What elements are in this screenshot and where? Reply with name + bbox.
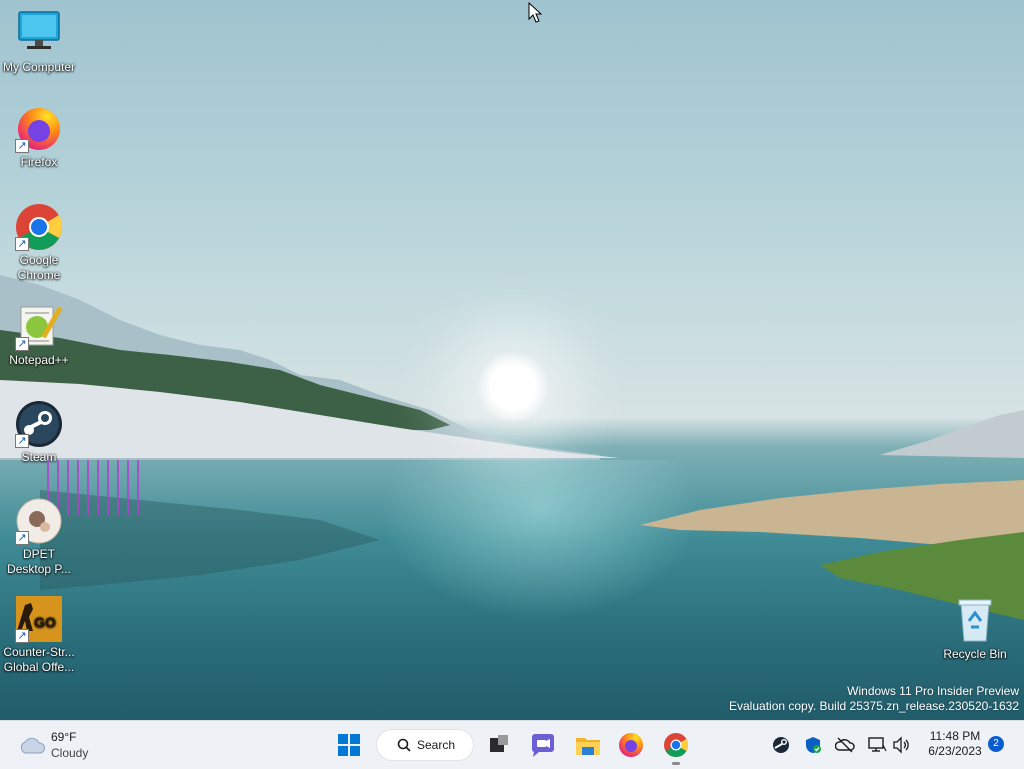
dpet-icon: ↗: [15, 497, 63, 545]
desktop-icon-recycle-bin[interactable]: Recycle Bin: [936, 597, 1014, 662]
desktop-icon-my-computer[interactable]: My Computer: [0, 10, 78, 75]
network-tray-button[interactable]: [867, 735, 887, 755]
taskbar-search[interactable]: Search: [377, 730, 473, 760]
defender-tray-button[interactable]: [803, 735, 823, 755]
search-icon: [397, 738, 411, 752]
steam-tray-button[interactable]: [771, 735, 791, 755]
defender-icon: [805, 737, 821, 753]
volume-icon: [893, 736, 909, 754]
teams-chat-button[interactable]: [527, 729, 559, 761]
watermark-line-2: Evaluation copy. Build 25375.zn_release.…: [729, 699, 1019, 713]
file-explorer-button[interactable]: [572, 729, 604, 761]
weather-widget[interactable]: 69°F Cloudy: [18, 729, 108, 761]
file-explorer-icon: [576, 738, 600, 755]
desktop-icon-label: My Computer: [2, 60, 76, 74]
taskbar: 69°F Cloudy Search 11:48 PM 6/23/2023 2: [0, 720, 1024, 769]
desktop-icon-csgo[interactable]: GO ↗ Counter-Str... Global Offe...: [0, 595, 78, 675]
shortcut-arrow-icon: ↗: [15, 337, 29, 351]
taskbar-firefox-button[interactable]: [615, 729, 647, 761]
clock-time: 11:48 PM: [929, 729, 981, 743]
evaluation-watermark: Windows 11 Pro Insider Preview Evaluatio…: [729, 684, 1019, 714]
desktop-icon-google-chrome[interactable]: ↗ Google Chrome: [0, 203, 78, 283]
desktop-icon-label: DPET Desktop P...: [7, 547, 71, 576]
search-label: Search: [417, 738, 456, 752]
volume-tray-button[interactable]: [891, 735, 911, 755]
start-button[interactable]: [333, 729, 365, 761]
notepadpp-icon: ↗: [15, 303, 63, 351]
desktop-icon-label: Firefox: [20, 155, 58, 169]
onedrive-tray-button[interactable]: [834, 735, 855, 755]
firefox-icon: [619, 733, 643, 757]
desktop-icon-notepadpp[interactable]: ↗ Notepad++: [0, 303, 78, 368]
firefox-icon: ↗: [15, 105, 63, 153]
taskbar-clock[interactable]: 11:48 PM 6/23/2023: [918, 729, 992, 759]
desktop: My Computer ↗ Firefox ↗ Google Chrome ↗ …: [0, 0, 1024, 720]
shortcut-arrow-icon: ↗: [15, 531, 29, 545]
shortcut-arrow-icon: ↗: [15, 434, 29, 448]
task-view-icon: [490, 735, 508, 752]
steam-tray-icon: [773, 737, 789, 753]
running-indicator: [672, 762, 680, 765]
taskbar-chrome-button[interactable]: [660, 729, 692, 761]
shortcut-arrow-icon: ↗: [15, 139, 29, 153]
mouse-pointer-icon: [528, 1, 543, 29]
recycle-bin-icon: [951, 597, 999, 645]
desktop-icon-label: Notepad++: [9, 353, 69, 367]
teams-chat-icon: [531, 734, 554, 757]
task-view-button[interactable]: [481, 729, 513, 761]
shortcut-arrow-icon: ↗: [15, 629, 29, 643]
desktop-icon-label: Google Chrome: [17, 253, 61, 282]
csgo-icon: GO ↗: [15, 595, 63, 643]
notification-badge[interactable]: 2: [988, 736, 1004, 752]
cloudy-icon: [20, 737, 46, 754]
onedrive-icon: [834, 737, 855, 753]
monitor-icon: [15, 10, 63, 58]
desktop-icon-dpet[interactable]: ↗ DPET Desktop P...: [0, 497, 78, 577]
weather-temperature: 69°F: [51, 730, 77, 744]
network-icon: [868, 737, 887, 752]
svg-text:GO: GO: [34, 614, 56, 630]
watermark-line-1: Windows 11 Pro Insider Preview: [847, 684, 1019, 698]
desktop-icon-label: Counter-Str... Global Offe...: [3, 645, 75, 674]
sun: [478, 352, 548, 422]
chrome-icon: ↗: [15, 203, 63, 251]
windows-start-icon: [338, 734, 360, 756]
shortcut-arrow-icon: ↗: [15, 237, 29, 251]
clock-date: 6/23/2023: [928, 744, 982, 758]
steam-icon: ↗: [15, 400, 63, 448]
weather-condition: Cloudy: [51, 746, 89, 760]
desktop-icon-steam[interactable]: ↗ Steam: [0, 400, 78, 465]
desktop-icon-label: Recycle Bin: [943, 647, 1007, 661]
chrome-icon: [664, 733, 689, 758]
desktop-icon-firefox[interactable]: ↗ Firefox: [0, 105, 78, 170]
